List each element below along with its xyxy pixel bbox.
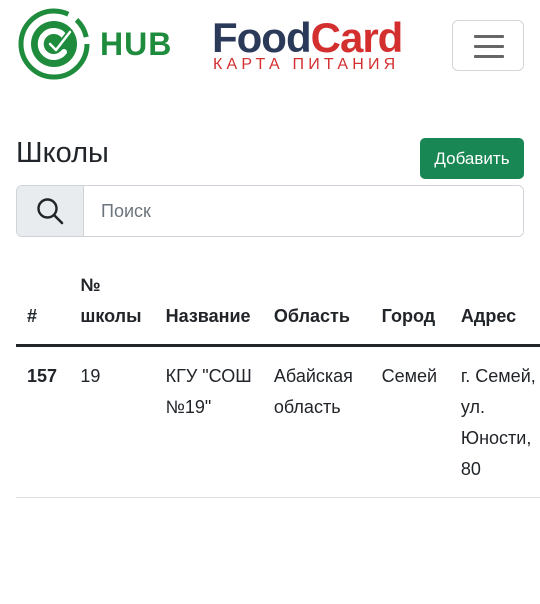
column-header-school-number[interactable]: № школы <box>80 264 166 347</box>
menu-toggle-button[interactable] <box>452 20 524 71</box>
column-header-region[interactable]: Область <box>273 264 382 347</box>
cell-id: 157 <box>16 345 81 498</box>
foodcard-logo[interactable]: FoodCard <box>212 14 404 62</box>
schools-table-wrapper: # № школы Название Область Город Адрес 1… <box>16 264 540 564</box>
foodcard-subtitle: КАРТА ПИТАНИЯ <box>213 56 400 73</box>
column-header-name[interactable]: Название <box>165 264 274 347</box>
search-group <box>16 185 524 237</box>
cell-region: Абайская область <box>273 345 382 498</box>
cell-school-number: 19 <box>80 345 166 498</box>
hamburger-icon-line <box>474 55 504 58</box>
hamburger-icon <box>474 35 504 38</box>
column-header-id[interactable]: # <box>16 264 81 347</box>
table-row[interactable]: 157 19 КГУ "СОШ №19" Абайская область Се… <box>16 345 540 498</box>
add-button[interactable]: Добавить <box>420 138 524 179</box>
cell-address: г. Семей, ул. Юности, 80 <box>460 345 540 498</box>
hub-logo-icon[interactable] <box>18 8 90 80</box>
hamburger-icon-line <box>474 45 504 48</box>
header: HUB FoodCard КАРТА ПИТАНИЯ <box>0 0 540 95</box>
column-header-city[interactable]: Город <box>381 264 461 347</box>
hub-logo-text: HUB <box>100 26 173 62</box>
foodcard-logo-food: Food <box>212 14 312 61</box>
cell-name: КГУ "СОШ №19" <box>165 345 274 498</box>
column-header-address[interactable]: Адрес <box>460 264 540 347</box>
search-input[interactable] <box>84 186 523 236</box>
cell-city: Семей <box>381 345 461 498</box>
table-header-row: # № школы Название Область Город Адрес <box>16 264 540 347</box>
schools-table: # № школы Название Область Город Адрес 1… <box>16 264 540 498</box>
page-title: Школы <box>16 137 109 169</box>
foodcard-logo-card: Card <box>310 14 404 61</box>
search-addon[interactable] <box>17 186 84 236</box>
search-icon <box>37 198 64 225</box>
